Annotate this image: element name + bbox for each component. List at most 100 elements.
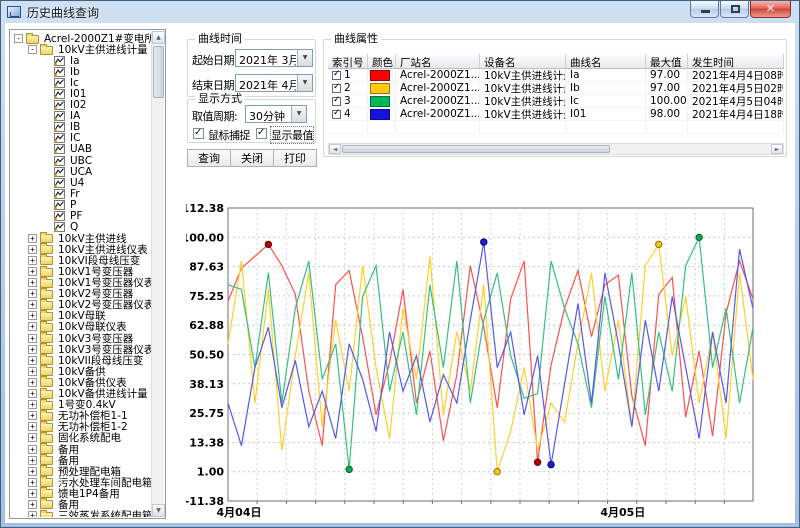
expand-icon[interactable]: + [28, 334, 37, 343]
tree-scrollbar[interactable]: ▲ ▼ [151, 31, 164, 517]
row-checkbox[interactable] [332, 71, 341, 80]
expand-icon[interactable]: + [28, 267, 37, 276]
window-controls: ✕ [689, 1, 791, 18]
mouse-capture-checkbox[interactable] [193, 128, 204, 139]
row-color-cell [368, 108, 396, 121]
folder-icon [40, 345, 53, 354]
expand-icon[interactable]: + [28, 322, 37, 331]
expand-icon[interactable]: + [28, 367, 37, 376]
table-row[interactable]: 4Acrel-2000Z1...10kV主供进线计量I0198.002021年4… [328, 108, 784, 121]
curve-chart[interactable]: 112.38100.0087.6375.2562.8850.5038.1325.… [186, 179, 800, 519]
column-header[interactable]: 最大值 [646, 54, 688, 69]
table-horizontal-scrollbar[interactable]: ◄ ► [328, 143, 784, 155]
query-button[interactable]: 查询 [187, 149, 231, 167]
row-device-cell: 10kV主供进线计量 [480, 82, 566, 95]
table-header-row: 索引号颜色厂站名设备名曲线名最大值发生时间 [328, 54, 784, 69]
expand-icon[interactable]: + [28, 500, 37, 509]
collapse-icon[interactable]: - [14, 34, 23, 43]
expand-icon[interactable]: + [28, 400, 37, 409]
expand-icon[interactable]: + [28, 378, 37, 387]
start-date-select[interactable]: 2021年 3月30 ▼ [235, 49, 313, 67]
folder-icon [40, 390, 53, 399]
close-window-button[interactable]: ✕ [750, 1, 791, 18]
expand-icon[interactable]: + [28, 245, 37, 254]
minimize-button[interactable] [690, 1, 719, 18]
scroll-right-button[interactable]: ► [771, 144, 783, 154]
expand-icon[interactable]: + [28, 278, 37, 287]
folder-icon [40, 356, 53, 365]
period-select[interactable]: 30分钟 ▼ [245, 105, 307, 123]
expand-icon[interactable]: + [28, 422, 37, 431]
expand-icon[interactable]: + [28, 433, 37, 442]
collapse-icon[interactable]: - [28, 45, 37, 54]
column-header[interactable]: 索引号 [328, 54, 368, 69]
row-checkbox[interactable] [332, 97, 341, 106]
expand-icon[interactable]: + [28, 411, 37, 420]
show-extreme-checkbox[interactable] [256, 128, 267, 139]
end-date-select[interactable]: 2021年 4月14 ▼ [235, 74, 313, 92]
tree-item[interactable]: Ic [11, 77, 151, 88]
close-button[interactable]: 关闭 [230, 149, 274, 167]
curve-icon [54, 133, 65, 143]
tree-item[interactable]: U4 [11, 177, 151, 188]
tree-item[interactable]: +固化系统配电 [11, 432, 151, 443]
column-header[interactable]: 设备名 [480, 54, 566, 69]
row-time-cell: 2021年4月5日04时30 [688, 95, 784, 108]
tree-item[interactable]: -10kV主供进线计量 [11, 44, 151, 55]
expand-icon[interactable]: + [28, 234, 37, 243]
tree-item[interactable]: Fr [11, 188, 151, 199]
expand-icon[interactable]: + [28, 478, 37, 487]
expand-icon[interactable]: + [28, 511, 37, 517]
end-date-dropdown-icon[interactable]: ▼ [297, 75, 312, 91]
expand-icon[interactable]: + [28, 445, 37, 454]
row-station-cell: Acrel-2000Z1... [396, 95, 480, 108]
scroll-up-button[interactable]: ▲ [152, 31, 165, 44]
expand-icon[interactable]: + [28, 489, 37, 498]
tree-item[interactable]: IC [11, 133, 151, 144]
tree-item[interactable]: UAB [11, 144, 151, 155]
expand-icon[interactable]: + [28, 300, 37, 309]
column-header[interactable]: 曲线名 [566, 54, 646, 69]
scrollbar-thumb[interactable] [153, 46, 164, 98]
expand-icon[interactable]: + [28, 389, 37, 398]
tree-item[interactable]: IB [11, 122, 151, 133]
row-curve-cell: Ib [566, 82, 646, 95]
row-device-cell: 10kV主供进线计量 [480, 69, 566, 82]
start-date-dropdown-icon[interactable]: ▼ [297, 50, 312, 66]
table-row[interactable]: 3Acrel-2000Z1...10kV主供进线计量Ic100.002021年4… [328, 95, 784, 108]
tree-item[interactable]: UCA [11, 166, 151, 177]
table-row[interactable]: 2Acrel-2000Z1...10kV主供进线计量Ib97.002021年4月… [328, 82, 784, 95]
display-mode-group-title: 显示方式 [195, 93, 245, 105]
expand-icon[interactable]: + [28, 467, 37, 476]
expand-icon[interactable]: + [28, 456, 37, 465]
column-header[interactable]: 颜色 [368, 54, 396, 69]
tree-item[interactable]: I02 [11, 100, 151, 111]
row-checkbox[interactable] [332, 84, 341, 93]
row-checkbox[interactable] [332, 110, 341, 119]
expand-icon[interactable]: + [28, 345, 37, 354]
curve-properties-group: 曲线属性 索引号颜色厂站名设备名曲线名最大值发生时间 1Acrel-2000Z1… [323, 39, 787, 157]
tree-item[interactable]: P [11, 199, 151, 210]
tree-item[interactable]: +三效蒸发系统配电箱 [11, 510, 151, 517]
tree-item[interactable]: IA [11, 111, 151, 122]
scroll-left-button[interactable]: ◄ [329, 144, 341, 154]
column-header[interactable]: 发生时间 [688, 54, 784, 69]
tree-item[interactable]: UBC [11, 155, 151, 166]
folder-icon [40, 445, 53, 454]
expand-icon[interactable]: + [28, 311, 37, 320]
extreme-marker-Ia [265, 241, 271, 247]
expand-icon[interactable]: + [28, 356, 37, 365]
maximize-button[interactable] [720, 1, 749, 18]
period-dropdown-icon[interactable]: ▼ [291, 106, 306, 122]
expand-icon[interactable]: + [28, 256, 37, 265]
scroll-down-button[interactable]: ▼ [152, 504, 165, 517]
tree-item[interactable]: I01 [11, 88, 151, 99]
tree-item[interactable]: PF [11, 211, 151, 222]
curve-icon [54, 78, 65, 88]
column-header[interactable]: 厂站名 [396, 54, 480, 69]
hscrollbar-thumb[interactable] [342, 145, 610, 153]
expand-icon[interactable]: + [28, 289, 37, 298]
tree-item[interactable]: Ib [11, 66, 151, 77]
print-button[interactable]: 打印 [273, 149, 317, 167]
table-row[interactable]: 1Acrel-2000Z1...10kV主供进线计量Ia97.002021年4月… [328, 69, 784, 82]
